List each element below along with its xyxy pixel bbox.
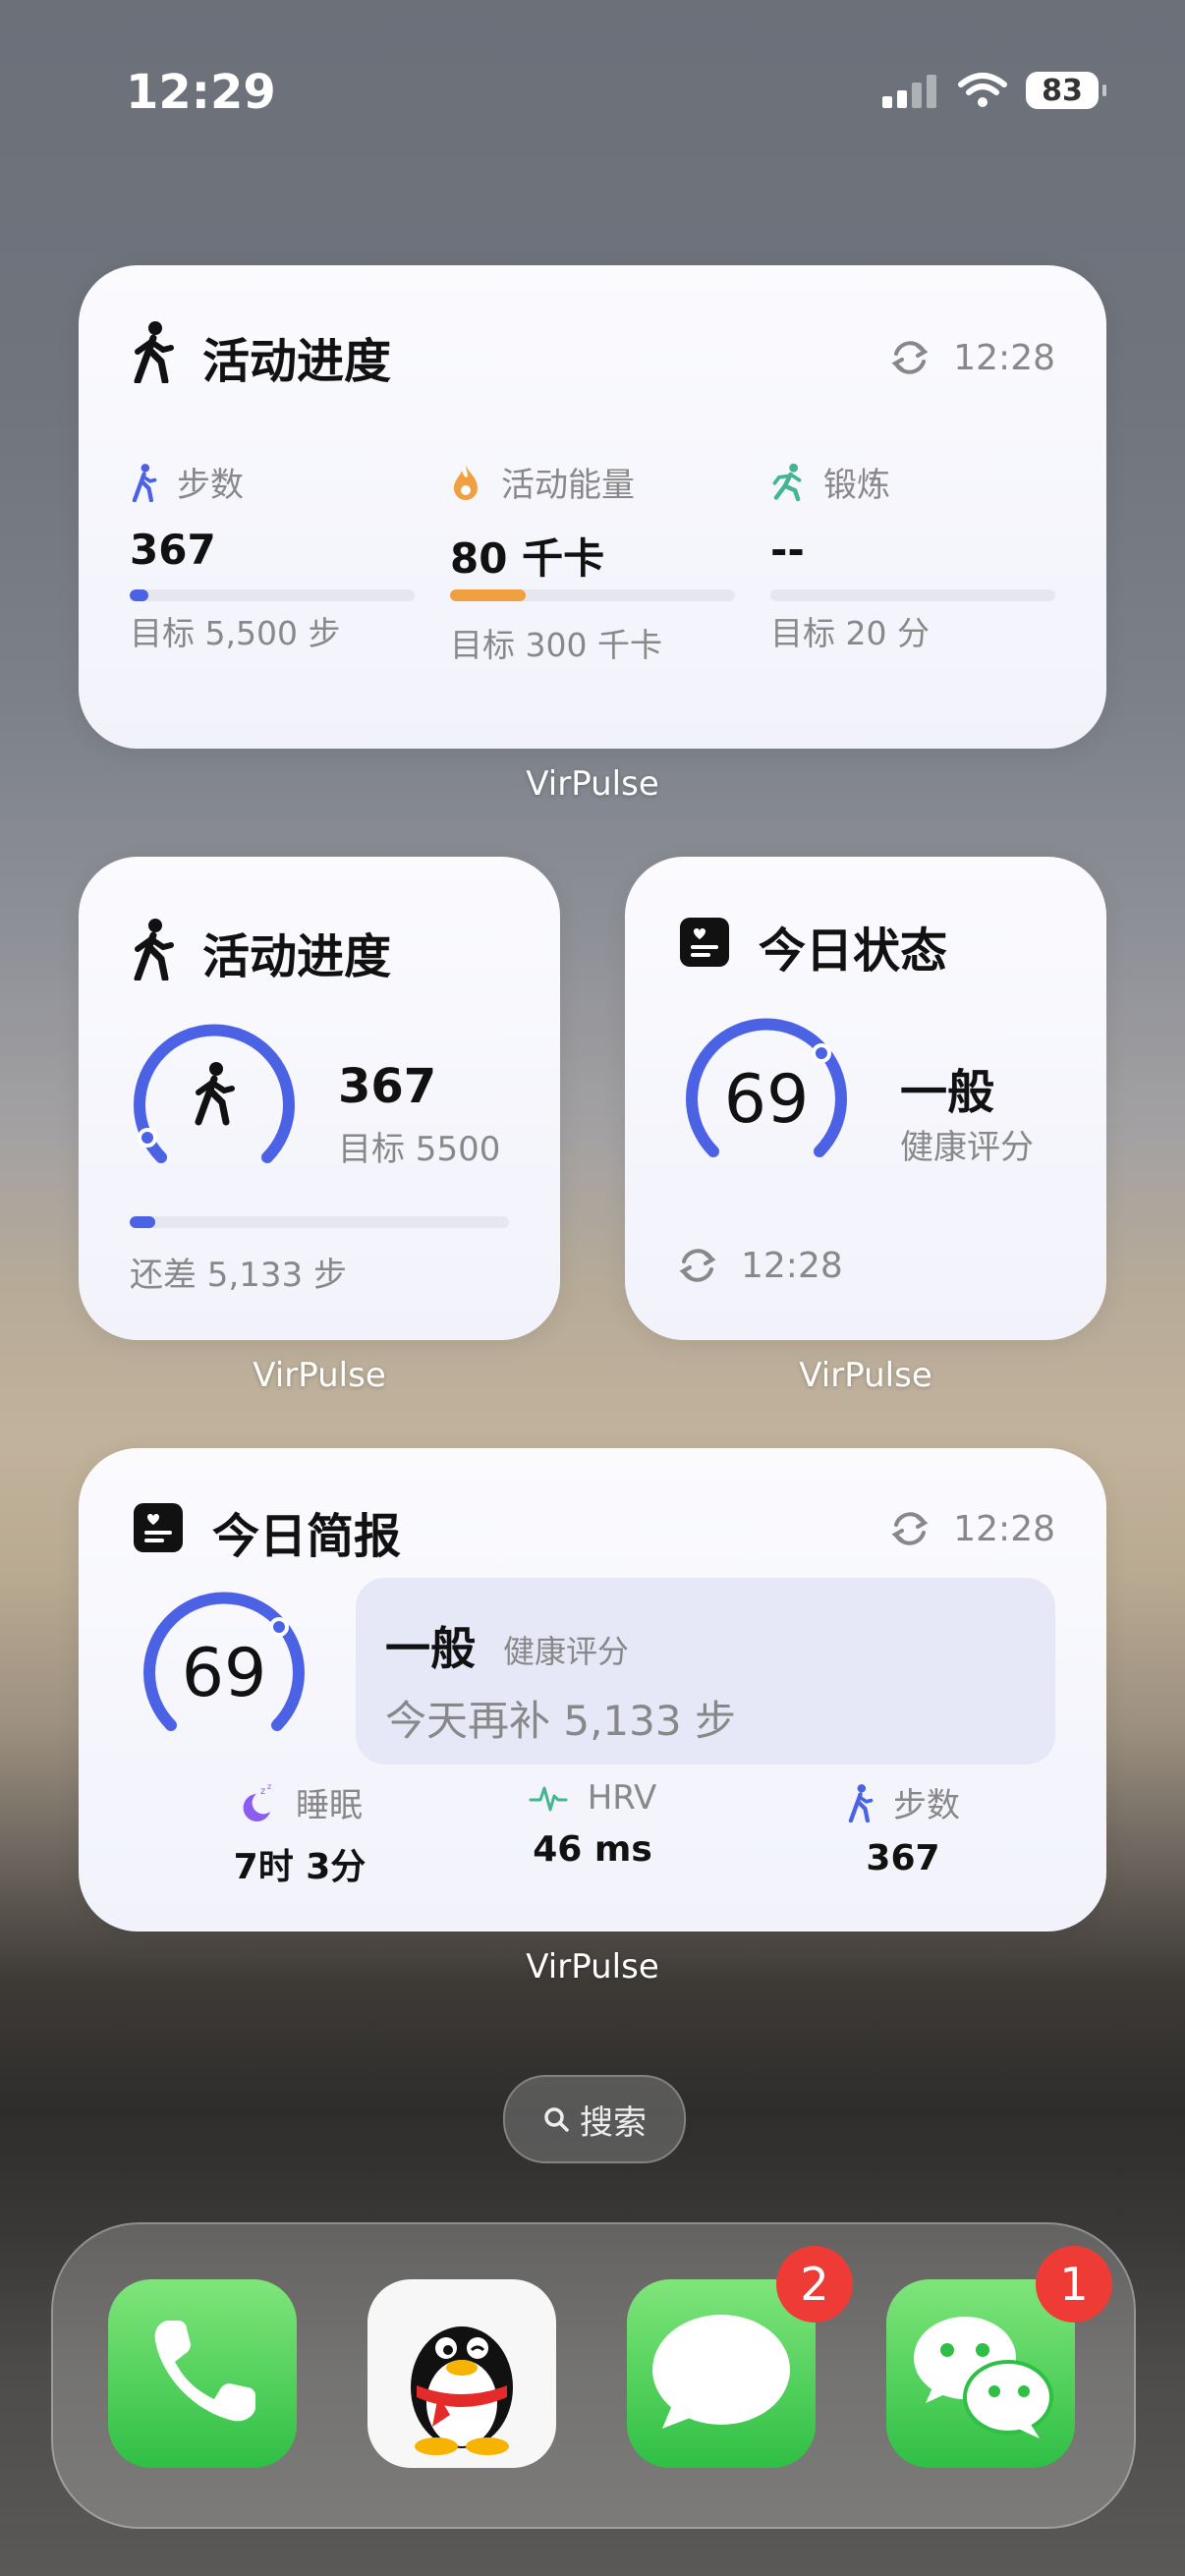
walking-icon (195, 1062, 235, 1126)
step-count: 367 (338, 1059, 437, 1114)
widget-activity-large[interactable]: 活动进度 12:28 步数 367 目标 5,500 步 活动能量 80 千卡 … (79, 265, 1106, 749)
refresh-icon (891, 341, 929, 374)
stat-value: 46 ms (533, 1829, 652, 1870)
health-score: 69 (723, 1061, 810, 1139)
wifi-icon (958, 73, 1007, 107)
phone-icon (154, 2321, 255, 2422)
metric-label: 活动能量 (501, 466, 635, 505)
metric-active-energy: 活动能量 80 千卡 目标 300 千卡 (450, 458, 735, 666)
refresh-icon (891, 1512, 929, 1545)
status-icons: 83 (882, 71, 1106, 110)
health-score: 69 (181, 1635, 267, 1712)
stat-label: 睡眠 (296, 1786, 363, 1825)
metric-value: 80 千卡 (450, 534, 605, 583)
widget-title: 活动进度 (202, 334, 392, 389)
progress-bar (130, 1216, 509, 1228)
notification-badge: 2 (776, 2246, 853, 2323)
stat-value: 7时 3分 (233, 1847, 367, 1887)
heartbeat-icon (529, 1786, 568, 1812)
metric-goal: 目标 20 分 (770, 614, 930, 652)
health-card-icon (680, 918, 729, 967)
widget-activity-small[interactable]: 活动进度 367 目标 5500 还差 5,133 步 (79, 857, 560, 1340)
svg-text:z: z (260, 1786, 265, 1797)
progress-ring (134, 1024, 295, 1163)
stat-value: 367 (866, 1838, 940, 1878)
wechat-app[interactable]: 1 (886, 2246, 1112, 2468)
battery-icon: 83 (1026, 72, 1106, 109)
metric-value: 367 (130, 526, 216, 574)
walking-icon (848, 1783, 874, 1822)
stat-hrv: HRV 46 ms (489, 1778, 696, 1870)
status-time: 12:29 (126, 65, 276, 120)
refresh-button[interactable]: 12:28 (676, 1244, 843, 1287)
widget-daily-brief[interactable]: 今日简报 12:28 69 一般 健康评分 今天再补 5,133 步 z z 睡… (79, 1448, 1106, 1932)
metric-value: -- (770, 526, 805, 574)
widget-title: 今日状态 (759, 924, 948, 979)
metric-workout: 锻炼 -- 目标 20 分 (770, 458, 1055, 654)
walking-icon (132, 463, 157, 502)
phone-app[interactable] (108, 2279, 297, 2468)
stat-label: HRV (587, 1778, 657, 1818)
stat-label: 步数 (893, 1786, 960, 1825)
health-card-icon (134, 1503, 183, 1552)
health-rating-sub: 健康评分 (900, 1128, 1034, 1167)
metric-goal: 目标 5,500 步 (130, 614, 341, 652)
progress-bar (130, 589, 415, 601)
flame-icon (454, 464, 478, 500)
widget-title: 今日简报 (212, 1509, 402, 1564)
metric-label: 步数 (177, 466, 244, 505)
suggestion-text: 今天再补 5,133 步 (385, 1697, 736, 1745)
stat-steps: 步数 367 (800, 1778, 1006, 1878)
remaining-steps: 还差 5,133 步 (130, 1256, 347, 1295)
stat-sleep: z z 睡眠 7时 3分 (197, 1778, 403, 1889)
progress-bar (450, 589, 735, 601)
metric-label: 锻炼 (823, 466, 890, 505)
cellular-signal-icon (882, 75, 936, 108)
widget-status-small[interactable]: 今日状态 69 一般 健康评分 12:28 (625, 857, 1106, 1340)
summary-card: 一般 健康评分 今天再补 5,133 步 (356, 1578, 1055, 1764)
refresh-icon (679, 1249, 716, 1282)
metric-steps: 步数 367 目标 5,500 步 (130, 458, 415, 654)
svg-text:z: z (267, 1782, 271, 1791)
widget-app-label: VirPulse (253, 1356, 386, 1395)
search-button[interactable]: 搜索 (503, 2075, 686, 2163)
health-rating: 一般 (385, 1622, 476, 1675)
refresh-button[interactable]: 12:28 (888, 1507, 1055, 1550)
qq-app[interactable] (367, 2279, 556, 2468)
step-goal: 目标 5500 (338, 1130, 501, 1169)
search-icon (544, 2107, 569, 2132)
refresh-time: 12:28 (953, 337, 1055, 378)
walking-icon (134, 919, 174, 980)
metric-goal: 目标 300 千卡 (450, 626, 662, 664)
widget-app-label: VirPulse (799, 1356, 932, 1395)
battery-level: 83 (1042, 73, 1083, 108)
widget-app-label: VirPulse (526, 1947, 659, 1987)
notification-badge: 1 (1036, 2246, 1112, 2323)
moon-icon: z z (243, 1782, 271, 1821)
search-label: 搜索 (580, 2102, 647, 2143)
refresh-time: 12:28 (953, 1508, 1055, 1549)
health-rating: 一般 (900, 1065, 995, 1120)
progress-bar (770, 589, 1055, 601)
messages-app[interactable]: 2 (627, 2246, 853, 2468)
walking-icon (134, 321, 174, 383)
refresh-button[interactable]: 12:28 (888, 336, 1055, 379)
qq-penguin-icon (411, 2326, 513, 2455)
widget-title: 活动进度 (202, 929, 392, 984)
widget-app-label: VirPulse (526, 764, 659, 804)
running-icon (772, 463, 802, 501)
refresh-time: 12:28 (741, 1245, 843, 1286)
health-rating-sub: 健康评分 (503, 1633, 630, 1670)
